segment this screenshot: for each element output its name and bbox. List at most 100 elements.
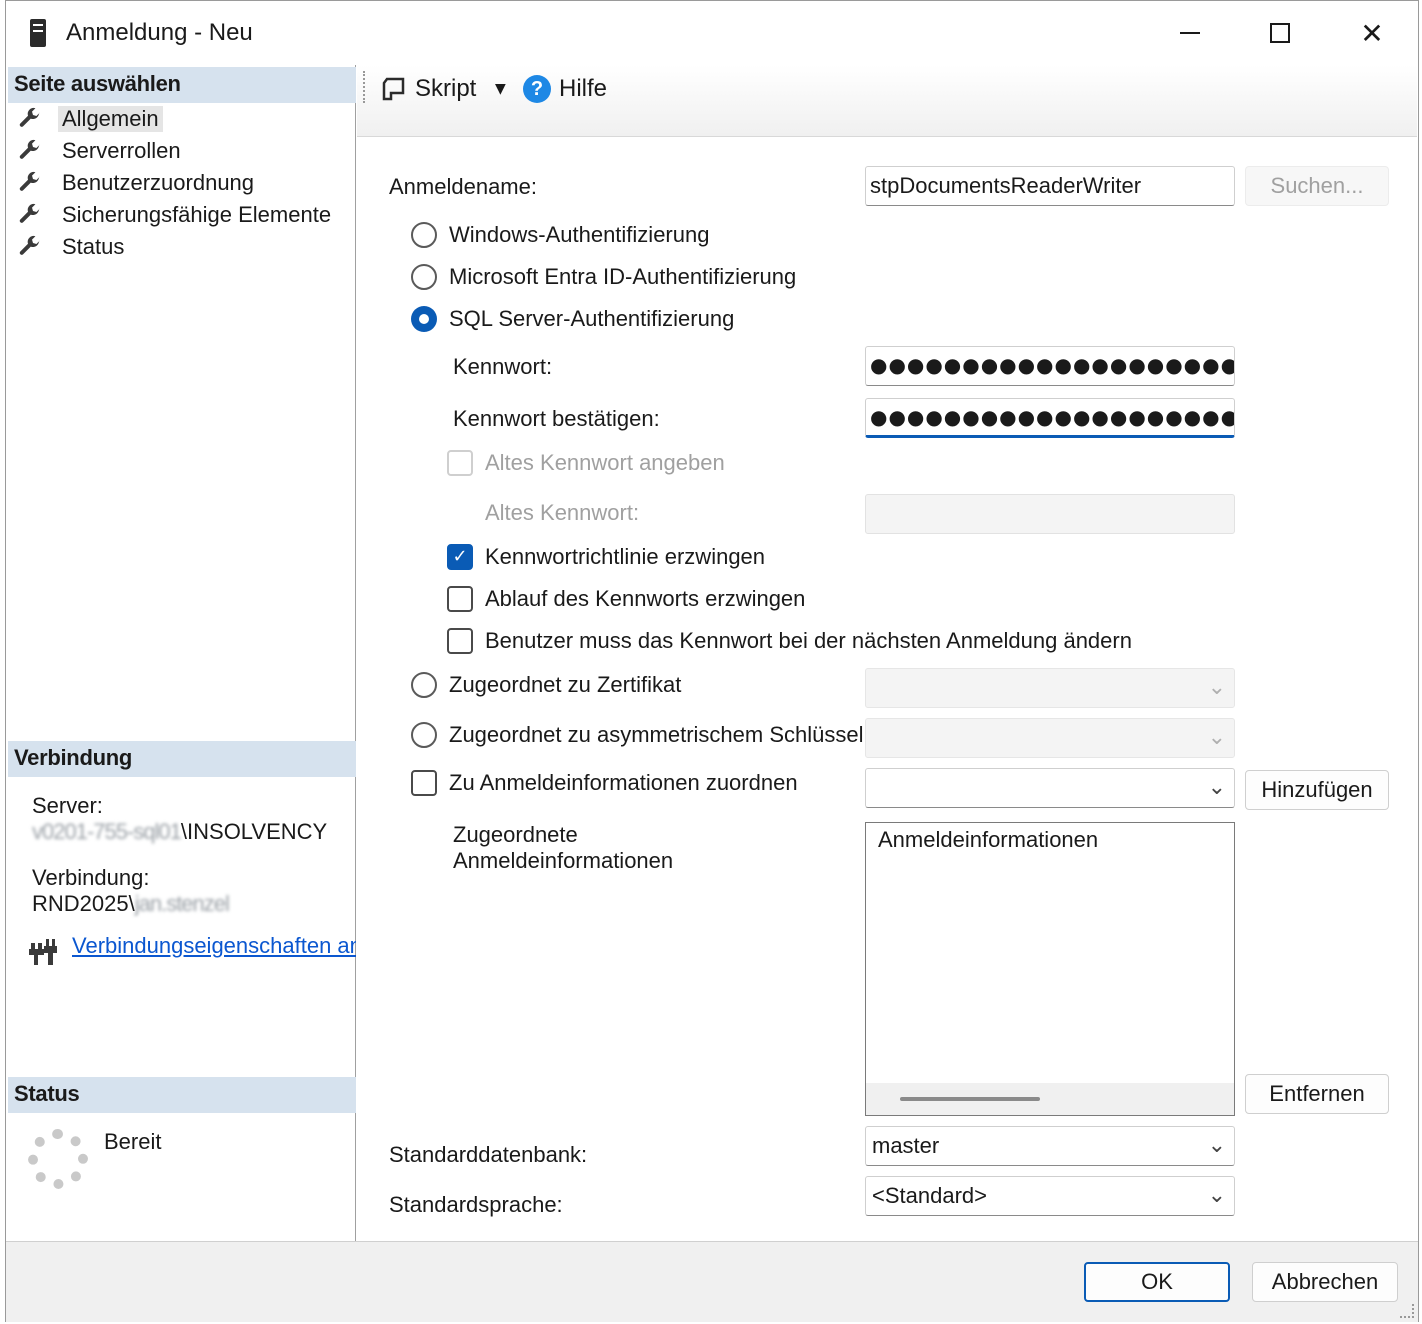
- minimize-icon: [1180, 32, 1200, 34]
- page-item-securables[interactable]: Sicherungsfähige Elemente: [18, 199, 335, 231]
- script-label: Skript: [415, 75, 477, 102]
- connection-value: RND2025\jan.stenzel: [32, 891, 230, 917]
- help-button[interactable]: ? Hilfe: [523, 73, 607, 105]
- login-new-dialog: Anmeldung - Neu ✕ Seite auswählen Allgem…: [5, 0, 1419, 1322]
- confirm-password-input[interactable]: ●●●●●●●●●●●●●●●●●●●●●●: [865, 398, 1235, 438]
- sql-auth-label[interactable]: SQL Server-Authentifizierung: [449, 306, 734, 332]
- default-database-label: Standarddatenbank:: [389, 1142, 588, 1167]
- mapped-certificate-radio[interactable]: [411, 672, 437, 698]
- mapped-asym-key-radio[interactable]: [411, 722, 437, 748]
- scrollbar-thumb[interactable]: [900, 1097, 1040, 1101]
- enforce-policy-label[interactable]: Kennwortrichtlinie erzwingen: [485, 544, 765, 570]
- select-page-header: Seite auswählen: [8, 67, 356, 103]
- mapped-credentials-list[interactable]: Anmeldeinformationen: [865, 822, 1235, 1116]
- enforce-policy-checkbox[interactable]: ✓: [447, 544, 473, 570]
- search-button[interactable]: Suchen...: [1245, 166, 1389, 206]
- windows-auth-radio[interactable]: [411, 222, 437, 248]
- dialog-footer: OK Abbrechen: [6, 1241, 1418, 1322]
- close-icon: ✕: [1360, 16, 1384, 50]
- cancel-button[interactable]: Abbrechen: [1252, 1262, 1398, 1302]
- window-title: Anmeldung - Neu: [66, 19, 253, 46]
- close-button[interactable]: ✕: [1344, 11, 1400, 55]
- enforce-expiration-checkbox[interactable]: [447, 586, 473, 612]
- status-header: Status: [8, 1077, 356, 1113]
- script-icon: [382, 77, 405, 101]
- wrench-icon: [19, 235, 40, 255]
- map-credential-checkbox[interactable]: [411, 770, 437, 796]
- default-language-value: <Standard>: [872, 1183, 987, 1208]
- minimize-button[interactable]: [1162, 11, 1218, 55]
- page-item-label: Sicherungsfähige Elemente: [62, 202, 332, 227]
- default-database-value: master: [872, 1133, 940, 1158]
- script-button[interactable]: Skript: [381, 73, 476, 105]
- must-change-checkbox[interactable]: [447, 628, 473, 654]
- old-password-input[interactable]: [865, 494, 1235, 534]
- page-item-benutzerzuordnung[interactable]: Benutzerzuordnung: [18, 167, 258, 199]
- page-item-allgemein[interactable]: Allgemein: [18, 103, 163, 135]
- connection-properties-link[interactable]: Verbindungseigenschaften anzeigen: [72, 933, 356, 959]
- credential-select[interactable]: ⌄: [865, 768, 1235, 808]
- chevron-down-icon: ⌄: [1207, 1183, 1226, 1208]
- must-change-label[interactable]: Benutzer muss das Kennwort bei der nächs…: [485, 628, 1132, 654]
- entra-auth-label[interactable]: Microsoft Entra ID-Authentifizierung: [449, 264, 796, 290]
- default-language-select[interactable]: <Standard> ⌄: [865, 1176, 1235, 1216]
- confirm-password-label: Kennwort bestätigen:: [453, 406, 660, 431]
- wrench-icon: [19, 107, 40, 127]
- chevron-down-icon: ⌄: [1207, 725, 1226, 750]
- map-credential-label[interactable]: Zu Anmeldeinformationen zuordnen: [449, 770, 798, 796]
- toolbar-grip[interactable]: [363, 71, 367, 103]
- title-bar[interactable]: Anmeldung - Neu ✕: [6, 1, 1418, 65]
- certificate-select[interactable]: ⌄: [865, 668, 1235, 708]
- wrench-icon: [19, 139, 40, 159]
- page-item-serverrollen[interactable]: Serverrollen: [18, 135, 185, 167]
- resize-grip[interactable]: [1400, 1304, 1414, 1318]
- credentials-column-header[interactable]: Anmeldeinformationen: [878, 827, 1098, 853]
- script-dropdown-button[interactable]: ▼: [495, 73, 506, 105]
- remove-button[interactable]: Entfernen: [1245, 1074, 1389, 1114]
- progress-spinner-icon: [28, 1129, 88, 1189]
- server-instance: \INSOLVENCY: [180, 819, 328, 844]
- sql-auth-radio[interactable]: [411, 306, 437, 332]
- wrench-icon: [19, 203, 40, 223]
- maximize-button[interactable]: [1252, 11, 1308, 55]
- chevron-down-icon: ⌄: [1207, 675, 1226, 700]
- general-page: Anmeldename: stpDocumentsReaderWriter Su…: [357, 138, 1417, 1241]
- dropdown-arrow-icon: ▼: [495, 81, 506, 97]
- entra-auth-radio[interactable]: [411, 264, 437, 290]
- asym-key-select[interactable]: ⌄: [865, 718, 1235, 758]
- toolbar: Skript ▼ ? Hilfe: [357, 65, 1417, 137]
- page-item-status[interactable]: Status: [18, 231, 128, 263]
- mapped-credentials-label-line1: Zugeordnete: [453, 822, 578, 847]
- chevron-down-icon: ⌄: [1207, 775, 1226, 800]
- help-icon: ?: [523, 75, 551, 103]
- wrench-icon: [19, 171, 40, 191]
- connection-plug-icon: [29, 939, 57, 965]
- page-item-label: Benutzerzuordnung: [62, 170, 255, 195]
- ok-button[interactable]: OK: [1084, 1262, 1230, 1302]
- server-name-redacted: v0201-755-sql01: [32, 819, 182, 844]
- connection-user-redacted: jan.stenzel: [134, 891, 230, 916]
- specify-old-password-label[interactable]: Altes Kennwort angeben: [485, 450, 725, 476]
- windows-auth-label[interactable]: Windows-Authentifizierung: [449, 222, 709, 248]
- connection-domain: RND2025\: [32, 891, 135, 916]
- login-name-input[interactable]: stpDocumentsReaderWriter: [865, 166, 1235, 206]
- page-item-label: Status: [62, 234, 125, 259]
- default-database-select[interactable]: master ⌄: [865, 1126, 1235, 1166]
- mapped-certificate-label[interactable]: Zugeordnet zu Zertifikat: [449, 672, 681, 698]
- checkmark-icon: ✓: [452, 546, 468, 567]
- enforce-expiration-label[interactable]: Ablauf des Kennworts erzwingen: [485, 586, 805, 612]
- chevron-down-icon: ⌄: [1207, 1133, 1226, 1158]
- horizontal-scrollbar[interactable]: [866, 1083, 1234, 1115]
- password-input[interactable]: ●●●●●●●●●●●●●●●●●●●●●●: [865, 346, 1235, 386]
- mapped-asym-key-label[interactable]: Zugeordnet zu asymmetrischem Schlüssel: [449, 722, 864, 748]
- server-icon: [30, 19, 46, 47]
- password-label: Kennwort:: [453, 354, 553, 379]
- mapped-credentials-label-line2: Anmeldeinformationen: [453, 848, 674, 873]
- connection-header: Verbindung: [8, 741, 356, 777]
- maximize-icon: [1270, 23, 1290, 43]
- connection-label: Verbindung:: [32, 865, 150, 890]
- specify-old-password-checkbox[interactable]: [447, 450, 473, 476]
- add-button[interactable]: Hinzufügen: [1245, 770, 1389, 810]
- status-value: Bereit: [104, 1129, 162, 1154]
- help-label: Hilfe: [559, 75, 608, 102]
